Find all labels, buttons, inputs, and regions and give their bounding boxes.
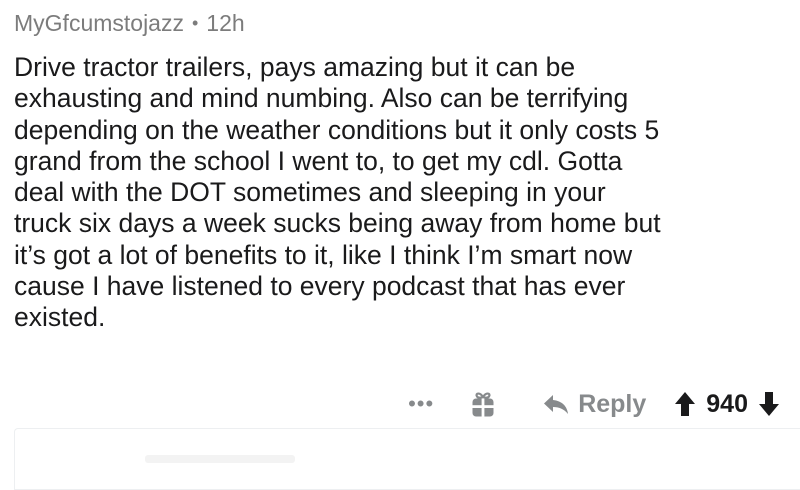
next-comment-preview [14,428,800,490]
comment-body-line: existed. [14,302,106,333]
comment-body-line: exhausting and mind numbing. Also can be… [14,83,629,114]
comment-meta: MyGfcumstojazz • 12h [14,8,245,38]
comment: MyGfcumstojazz • 12h Drive tractor trail… [0,0,800,490]
gift-award-icon[interactable] [470,389,496,419]
comment-body-line: deal with the DOT sometimes and sleeping… [14,177,606,208]
comment-body-line: depending on the weather conditions but … [14,114,660,145]
comment-body: Drive tractor trailers, pays amazing but… [14,52,784,334]
comment-body-line: cause I have listened to every podcast t… [14,271,626,302]
comment-body-line: Drive tractor trailers, pays amazing but… [14,52,576,82]
reply-arrow-icon [544,395,569,414]
vote-score: 940 [706,389,748,418]
comment-body-line: grand from the school I went to, to get … [14,145,623,176]
vote-controls: 940 [674,390,780,419]
reply-button[interactable]: Reply [542,390,646,419]
comment-timestamp[interactable]: 12h [206,10,244,37]
comment-actions: ••• Reply 940 [408,384,780,424]
downvote-arrow-icon[interactable] [758,391,780,417]
comment-author[interactable]: MyGfcumstojazz [14,10,184,37]
meta-separator: • [191,12,199,33]
reply-label: Reply [578,389,647,418]
more-options-icon[interactable]: ••• [408,393,434,415]
comment-body-line: it’s got a lot of benefits to it, like I… [14,239,633,270]
comment-body-line: truck six days a week sucks being away f… [14,208,661,239]
upvote-arrow-icon[interactable] [674,391,696,417]
